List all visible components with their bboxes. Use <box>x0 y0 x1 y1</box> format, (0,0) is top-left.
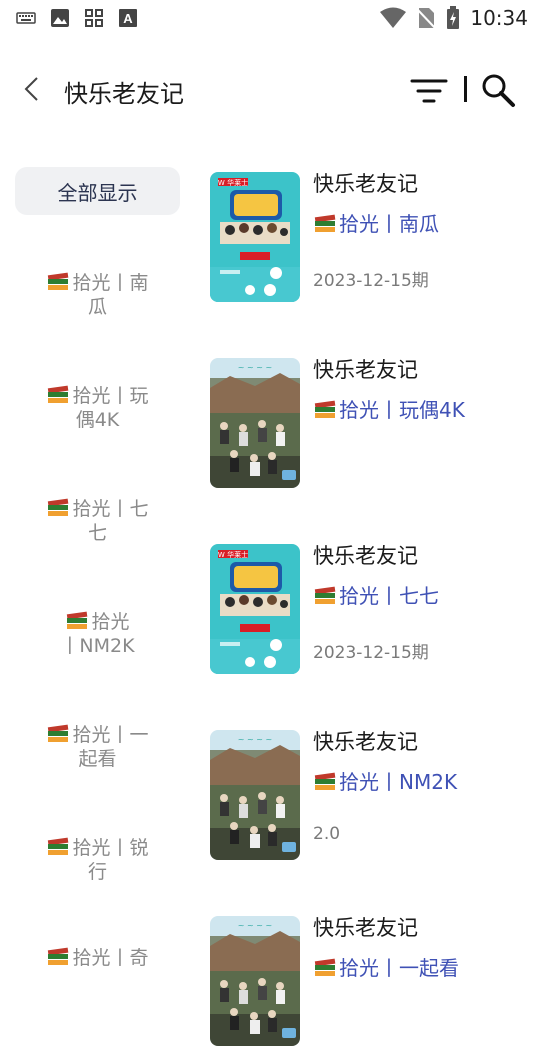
sidebar-item-label: 拾光 <box>91 611 130 633</box>
apps-icon <box>85 9 103 27</box>
sidebar-item-source[interactable]: 拾光丨七 七 <box>15 496 180 545</box>
card-source: 拾光丨玩偶4K <box>313 394 465 423</box>
battery-charging-icon <box>447 6 460 29</box>
filter-icon[interactable] <box>410 76 448 106</box>
card-source-label: 拾光丨南瓜 <box>339 212 439 236</box>
card-source: 拾光丨七七 <box>313 580 439 609</box>
card-title: 快乐老友记 <box>313 544 418 568</box>
books-icon <box>314 214 336 232</box>
card-episode: 2023-12-15期 <box>313 271 429 291</box>
result-card[interactable]: 快乐老友记 拾光丨南瓜 2023-12-15期 <box>210 172 530 302</box>
page-title: 快乐老友记 <box>64 80 184 108</box>
card-source-label: 拾光丨玩偶4K <box>339 398 465 422</box>
status-left-icons: A <box>16 8 138 28</box>
sidebar-item-label: 拾光丨一 <box>72 724 149 746</box>
card-source-label: 拾光丨七七 <box>339 584 439 608</box>
card-title: 快乐老友记 <box>313 916 418 940</box>
card-title: 快乐老友记 <box>313 172 418 196</box>
books-icon <box>67 611 88 629</box>
sidebar-item-label: 拾光丨南 <box>72 272 149 294</box>
font-icon: A <box>119 9 137 27</box>
back-arrow-icon[interactable] <box>18 74 48 104</box>
sidebar-item-label-cont: 行 <box>87 861 107 883</box>
books-icon <box>48 498 69 516</box>
card-episode: 2.0 <box>313 824 341 844</box>
card-episode: 2023-12-15期 <box>313 643 429 663</box>
sidebar-item-label: 拾光丨奇 <box>72 947 149 969</box>
keyboard-icon <box>16 12 36 24</box>
sidebar-item-label-cont: 起看 <box>78 748 117 770</box>
result-card[interactable]: 快乐老友记 拾光丨NM2K 2.0 <box>210 730 530 860</box>
books-icon <box>48 724 69 742</box>
wifi-icon <box>380 7 407 28</box>
result-card[interactable]: 快乐老友记 拾光丨玩偶4K <box>210 358 530 488</box>
books-icon <box>314 958 336 976</box>
sidebar-item-source[interactable]: 拾光丨南 瓜 <box>15 270 180 319</box>
image-icon <box>51 9 69 27</box>
sidebar-item-source[interactable]: 拾光 丨NM2K <box>15 609 180 658</box>
sidebar-item-label: 拾光丨锐 <box>72 837 149 859</box>
books-icon <box>48 272 69 290</box>
poster-image <box>210 358 300 488</box>
result-card[interactable]: 快乐老友记 拾光丨七七 2023-12-15期 <box>210 544 530 674</box>
source-sidebar: 全部显示 拾光丨南 瓜 拾光丨玩 偶4K 拾光丨七 七 拾光 丨NM2K 拾光丨… <box>15 167 180 969</box>
card-source: 拾光丨南瓜 <box>313 208 439 237</box>
result-card[interactable]: 快乐老友记 拾光丨一起看 <box>210 916 530 1046</box>
sidebar-item-label-cont: 瓜 <box>87 296 107 318</box>
poster-image <box>210 730 300 860</box>
no-sim-icon <box>416 8 437 29</box>
poster-image <box>210 172 300 302</box>
card-source: 拾光丨NM2K <box>313 766 457 795</box>
books-icon <box>48 947 69 965</box>
sidebar-item-source[interactable]: 拾光丨玩 偶4K <box>15 383 180 432</box>
books-icon <box>48 837 69 855</box>
sidebar-item-source[interactable]: 拾光丨锐 行 <box>15 835 180 884</box>
card-title: 快乐老友记 <box>313 730 418 754</box>
top-app-bar: 快乐老友记 <box>0 60 540 120</box>
show-all-chip[interactable]: 全部显示 <box>15 167 180 215</box>
card-source-label: 拾光丨NM2K <box>339 770 458 794</box>
poster-image <box>210 916 300 1046</box>
svg-text:A: A <box>123 11 133 26</box>
books-icon <box>48 385 69 403</box>
sidebar-item-label-cont: 丨NM2K <box>60 635 135 657</box>
sidebar-item-label-cont: 七 <box>87 522 107 544</box>
card-title: 快乐老友记 <box>313 358 418 382</box>
toolbar-divider <box>464 76 467 102</box>
sidebar-item-label: 拾光丨玩 <box>72 385 149 407</box>
status-bar: A 10:34 <box>0 0 540 36</box>
books-icon <box>314 586 336 604</box>
sidebar-item-source[interactable]: 拾光丨奇 <box>15 945 180 970</box>
sidebar-item-source[interactable]: 拾光丨一 起看 <box>15 722 180 771</box>
books-icon <box>314 772 336 790</box>
sidebar-item-label: 拾光丨七 <box>72 498 149 520</box>
search-icon[interactable] <box>480 72 516 108</box>
books-icon <box>314 400 336 418</box>
status-right: 10:34 <box>380 6 528 30</box>
poster-image <box>210 544 300 674</box>
card-source: 拾光丨一起看 <box>313 952 459 981</box>
clock-time: 10:34 <box>470 6 528 30</box>
sidebar-item-label-cont: 偶4K <box>75 409 120 431</box>
